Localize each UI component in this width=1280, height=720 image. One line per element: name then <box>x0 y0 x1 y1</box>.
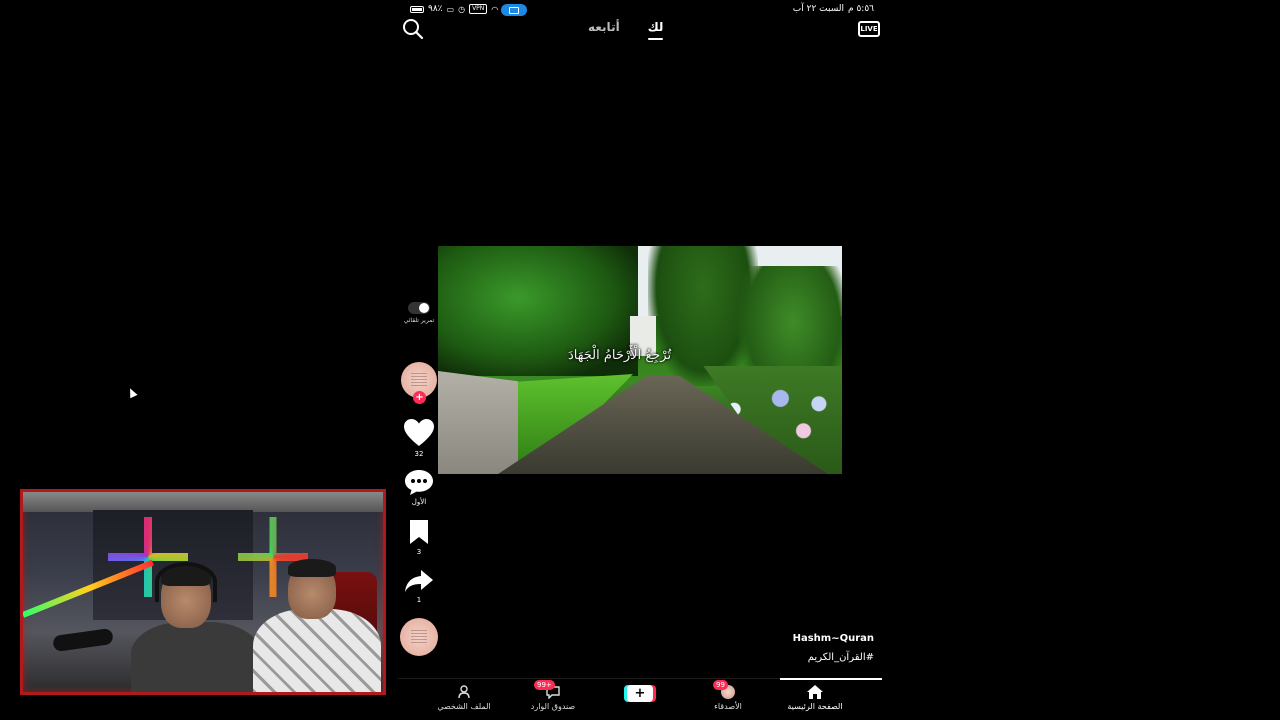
comment-count: الأول <box>411 498 427 506</box>
auto-scroll-label: تمرير تلقائي <box>403 317 435 324</box>
music-disc-button[interactable] <box>398 618 440 656</box>
status-time: ٥:٥٦ م <box>848 4 874 14</box>
toggle-switch[interactable] <box>408 302 430 314</box>
home-icon <box>807 685 823 699</box>
wifi-icon: ◠ <box>491 4 499 14</box>
nav-profile-label: الملف الشخصي <box>437 702 491 711</box>
nav-inbox[interactable]: 99+ صندوق الوارد <box>518 680 588 711</box>
heart-icon <box>404 419 434 446</box>
profile-icon <box>458 685 470 699</box>
avatar-image <box>411 373 427 387</box>
music-disc[interactable] <box>400 618 438 656</box>
creator-name[interactable]: Hashm~Quran <box>793 633 874 644</box>
auto-scroll-toggle[interactable]: تمرير تلقائي <box>398 302 440 324</box>
like-count: 32 <box>414 450 424 458</box>
music-disc-image <box>411 630 427 644</box>
share-button[interactable]: 1 <box>398 568 440 604</box>
like-button[interactable]: 32 <box>398 418 440 458</box>
nav-create[interactable]: + <box>605 685 675 702</box>
cast-icon[interactable] <box>501 4 527 16</box>
share-icon <box>405 570 433 592</box>
follow-plus-icon[interactable]: + <box>413 391 426 404</box>
nav-profile[interactable]: الملف الشخصي <box>429 684 499 711</box>
video-wall <box>438 371 518 474</box>
webcam-overlay <box>20 489 386 695</box>
webcam-person-left <box>111 562 261 692</box>
tab-for-you[interactable]: لك <box>647 20 663 40</box>
feed-tabs: أتابعه لك <box>588 20 663 40</box>
creator-info: Hashm~Quran #القرآن_الكريم <box>793 633 874 663</box>
person-shirt <box>131 622 261 692</box>
save-count: 3 <box>416 548 422 556</box>
status-icons: ٩٨٪ ▭ ◷ VPN ◠ ▮ <box>410 4 507 14</box>
person-shirt <box>253 609 381 692</box>
webcam-person-right <box>253 557 383 692</box>
save-button[interactable]: 3 <box>398 518 440 556</box>
microphone-arm-icon <box>52 627 114 653</box>
live-button[interactable]: LIVE <box>858 18 880 38</box>
nav-home[interactable]: الصفحة الرئيسية <box>780 684 850 711</box>
clock-icon: ◷ <box>458 4 466 14</box>
battery-icon <box>410 5 424 13</box>
nav-home-label: الصفحة الرئيسية <box>787 702 843 711</box>
creator-avatar-button[interactable]: + <box>398 362 440 404</box>
bookmark-icon <box>410 520 428 544</box>
comment-button[interactable]: الأول <box>398 468 440 506</box>
search-icon <box>403 19 424 40</box>
person-hair <box>288 559 336 577</box>
friends-badge: 99 <box>713 680 728 690</box>
nav-friends[interactable]: 99 الأصدقاء <box>693 680 763 711</box>
comment-icon <box>405 470 433 495</box>
nav-inbox-label: صندوق الوارد <box>530 702 576 711</box>
battery-percent: ٩٨٪ <box>428 4 443 14</box>
webcam-ceiling <box>23 492 383 512</box>
headset-icon <box>155 562 217 602</box>
vpn-badge: VPN <box>469 4 488 14</box>
mouse-cursor-icon <box>126 386 138 399</box>
tab-following[interactable]: أتابعه <box>588 20 620 40</box>
status-bar: ٩٨٪ ▭ ◷ VPN ◠ ▮ السبت ٢٢ آب ٥:٥٦ م <box>398 3 882 17</box>
screen-icon: ▭ <box>446 4 455 14</box>
bottom-navigation: الصفحة الرئيسية 99 الأصدقاء + 99+ صندوق … <box>398 678 882 720</box>
video-caption: تُرْجِعُ الْأَرْحَامُ الْجَهَادَ <box>568 348 672 363</box>
plus-icon[interactable]: + <box>627 685 653 702</box>
share-count: 1 <box>416 596 422 604</box>
hashtag-link[interactable]: #القرآن_الكريم <box>793 652 874 663</box>
nav-friends-label: الأصدقاء <box>714 702 742 711</box>
creator-avatar[interactable]: + <box>401 362 437 404</box>
live-icon: LIVE <box>858 21 880 37</box>
phone-screen: ٩٨٪ ▭ ◷ VPN ◠ ▮ السبت ٢٢ آب ٥:٥٦ م أتابع… <box>398 0 882 720</box>
active-tab-indicator <box>780 678 882 680</box>
search-button[interactable] <box>402 18 424 40</box>
status-date: السبت ٢٢ آب <box>792 4 844 14</box>
video-player[interactable]: تُرْجِعُ الْأَرْحَامُ الْجَهَادَ <box>438 246 842 474</box>
inbox-badge: 99+ <box>534 680 555 690</box>
